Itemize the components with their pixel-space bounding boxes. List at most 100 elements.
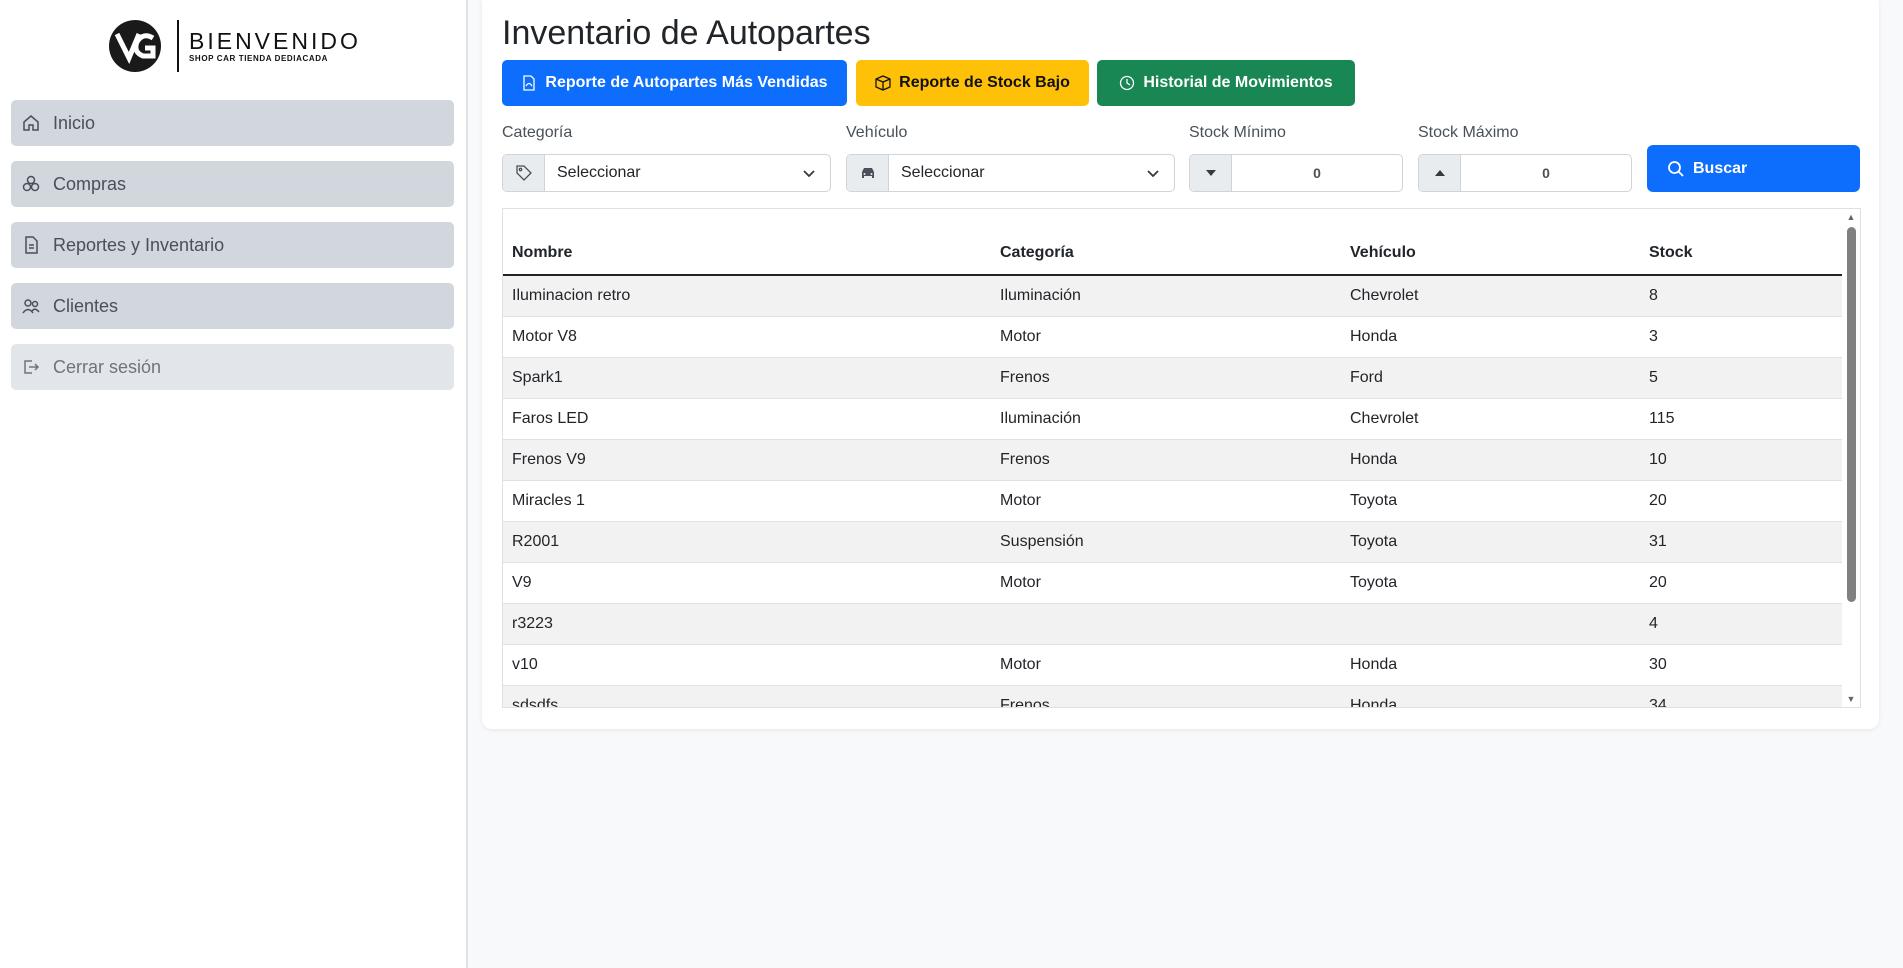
cell-stock: 8 bbox=[1640, 275, 1844, 317]
cell-vehiculo: Chevrolet bbox=[1341, 275, 1640, 317]
cell-vehiculo: Toyota bbox=[1341, 562, 1640, 604]
table-row[interactable]: r3223 4 bbox=[503, 603, 1844, 645]
scroll-up-arrow-icon[interactable]: ▲ bbox=[1846, 212, 1856, 222]
cell-stock: 4 bbox=[1640, 603, 1844, 645]
cell-categoria: Iluminación bbox=[991, 275, 1341, 317]
sidebar-item-reportes[interactable]: Reportes y Inventario bbox=[11, 222, 454, 268]
brand-logo-icon bbox=[109, 20, 161, 72]
column-header-categoria: Categoría bbox=[991, 209, 1341, 276]
car-icon bbox=[847, 155, 889, 191]
cell-vehiculo: Chevrolet bbox=[1341, 398, 1640, 440]
caret-up-icon bbox=[1419, 155, 1461, 191]
cell-categoria: Suspensión bbox=[991, 521, 1341, 563]
cell-nombre: v10 bbox=[503, 644, 991, 686]
cell-stock: 3 bbox=[1640, 316, 1844, 358]
search-icon bbox=[1668, 160, 1684, 177]
scrollbar-thumb[interactable] bbox=[1847, 227, 1856, 602]
cell-vehiculo: Honda bbox=[1341, 316, 1640, 358]
inventory-table-container[interactable]: Nombre Categoría Vehículo Stock Iluminac… bbox=[502, 208, 1861, 708]
low-stock-report-button[interactable]: Reporte de Stock Bajo bbox=[856, 60, 1089, 106]
vehicle-select[interactable]: Seleccionar bbox=[846, 154, 1175, 192]
table-row[interactable]: Frenos V9 Frenos Honda 10 bbox=[503, 439, 1844, 481]
stock-min-field[interactable]: 0 bbox=[1189, 154, 1403, 192]
movement-history-button[interactable]: Historial de Movimientos bbox=[1097, 60, 1355, 106]
sidebar-item-label: Reportes y Inventario bbox=[53, 234, 225, 255]
sidebar-item-label: Clientes bbox=[53, 295, 119, 316]
cell-categoria: Motor bbox=[991, 480, 1341, 522]
category-label: Categoría bbox=[502, 124, 573, 141]
button-label: Reporte de Stock Bajo bbox=[899, 74, 1070, 91]
cell-vehiculo bbox=[1341, 603, 1640, 645]
inventory-card: Inventario de Autopartes Reporte de Auto… bbox=[482, 0, 1879, 729]
brand: BIENVENIDO SHOP CAR TIENDA DEDIACADA bbox=[107, 18, 361, 74]
sidebar-item-compras[interactable]: Compras bbox=[11, 161, 454, 207]
people-icon bbox=[21, 296, 41, 316]
file-icon bbox=[21, 235, 41, 255]
sidebar-item-label: Cerrar sesión bbox=[53, 356, 162, 377]
stock-max-field[interactable]: 0 bbox=[1418, 154, 1632, 192]
column-header-stock: Stock bbox=[1640, 209, 1844, 276]
table-row[interactable]: V9 Motor Toyota 20 bbox=[503, 562, 1844, 604]
cell-stock: 31 bbox=[1640, 521, 1844, 563]
cell-categoria: Iluminación bbox=[991, 398, 1341, 440]
search-button-label: Buscar bbox=[1693, 159, 1748, 177]
cell-vehiculo: Honda bbox=[1341, 685, 1640, 707]
column-header-nombre: Nombre bbox=[503, 209, 991, 276]
table-row[interactable]: Spark1 Frenos Ford 5 bbox=[503, 357, 1844, 399]
sidebar-item-inicio[interactable]: Inicio bbox=[11, 100, 454, 146]
cell-vehiculo: Ford bbox=[1341, 357, 1640, 399]
sidebar-item-label: Inicio bbox=[53, 112, 96, 133]
cell-vehiculo: Toyota bbox=[1341, 480, 1640, 522]
home-icon bbox=[21, 113, 41, 133]
table-row[interactable]: sdsdfs Frenos Honda 34 bbox=[503, 685, 1844, 707]
cell-nombre: Motor V8 bbox=[503, 316, 991, 358]
table-row[interactable]: Iluminacion retro Iluminación Chevrolet 8 bbox=[503, 275, 1844, 317]
boxes-icon bbox=[21, 174, 41, 194]
vehicle-label: Vehículo bbox=[846, 124, 908, 141]
cell-stock: 20 bbox=[1640, 480, 1844, 522]
cell-stock: 10 bbox=[1640, 439, 1844, 481]
cell-nombre: Miracles 1 bbox=[503, 480, 991, 522]
table-row[interactable]: v10 Motor Honda 30 bbox=[503, 644, 1844, 686]
cell-nombre: Iluminacion retro bbox=[503, 275, 991, 317]
tag-icon bbox=[503, 155, 545, 191]
column-header-vehiculo: Vehículo bbox=[1341, 209, 1640, 276]
cell-categoria: Motor bbox=[991, 562, 1341, 604]
stock-max-input[interactable]: 0 bbox=[1461, 155, 1631, 191]
stock-min-input[interactable]: 0 bbox=[1232, 155, 1402, 191]
cell-nombre: R2001 bbox=[503, 521, 991, 563]
cell-categoria: Frenos bbox=[991, 439, 1341, 481]
cell-nombre: sdsdfs bbox=[503, 685, 991, 707]
cell-vehiculo: Toyota bbox=[1341, 521, 1640, 563]
table-row[interactable]: R2001 Suspensión Toyota 31 bbox=[503, 521, 1844, 563]
table-row[interactable]: Motor V8 Motor Honda 3 bbox=[503, 316, 1844, 358]
inventory-table: Nombre Categoría Vehículo Stock Iluminac… bbox=[503, 209, 1844, 707]
stock-max-label: Stock Máximo bbox=[1418, 124, 1519, 141]
table-row[interactable]: Miracles 1 Motor Toyota 20 bbox=[503, 480, 1844, 522]
brand-separator bbox=[177, 20, 179, 72]
pdf-icon bbox=[523, 75, 536, 91]
cell-categoria: Motor bbox=[991, 644, 1341, 686]
box-icon bbox=[875, 75, 891, 91]
cell-nombre: Frenos V9 bbox=[503, 439, 991, 481]
table-scrollbar[interactable]: ▲ ▼ bbox=[1842, 209, 1860, 707]
sidebar-item-logout[interactable]: Cerrar sesión bbox=[11, 344, 454, 390]
sidebar-nav: Inicio Compras Reportes y Inventario Cli… bbox=[11, 100, 454, 405]
top-sold-report-button[interactable]: Reporte de Autopartes Más Vendidas bbox=[502, 60, 847, 106]
table-row[interactable]: Faros LED Iluminación Chevrolet 115 bbox=[503, 398, 1844, 440]
category-select-value: Seleccionar bbox=[557, 164, 641, 181]
scroll-down-arrow-icon[interactable]: ▼ bbox=[1846, 694, 1856, 704]
category-select[interactable]: Seleccionar bbox=[502, 154, 831, 192]
search-button[interactable]: Buscar bbox=[1647, 145, 1860, 192]
sidebar-item-clientes[interactable]: Clientes bbox=[11, 283, 454, 329]
cell-stock: 34 bbox=[1640, 685, 1844, 707]
sidebar-item-label: Compras bbox=[53, 173, 127, 194]
brand-title: BIENVENIDO bbox=[189, 28, 361, 54]
cell-nombre: r3223 bbox=[503, 603, 991, 645]
button-label: Reporte de Autopartes Más Vendidas bbox=[545, 74, 828, 91]
cell-categoria: Frenos bbox=[991, 357, 1341, 399]
cell-stock: 5 bbox=[1640, 357, 1844, 399]
cell-nombre: Spark1 bbox=[503, 357, 991, 399]
brand-subtitle: SHOP CAR TIENDA DEDIACADA bbox=[189, 54, 329, 63]
caret-down-icon bbox=[1190, 155, 1232, 191]
